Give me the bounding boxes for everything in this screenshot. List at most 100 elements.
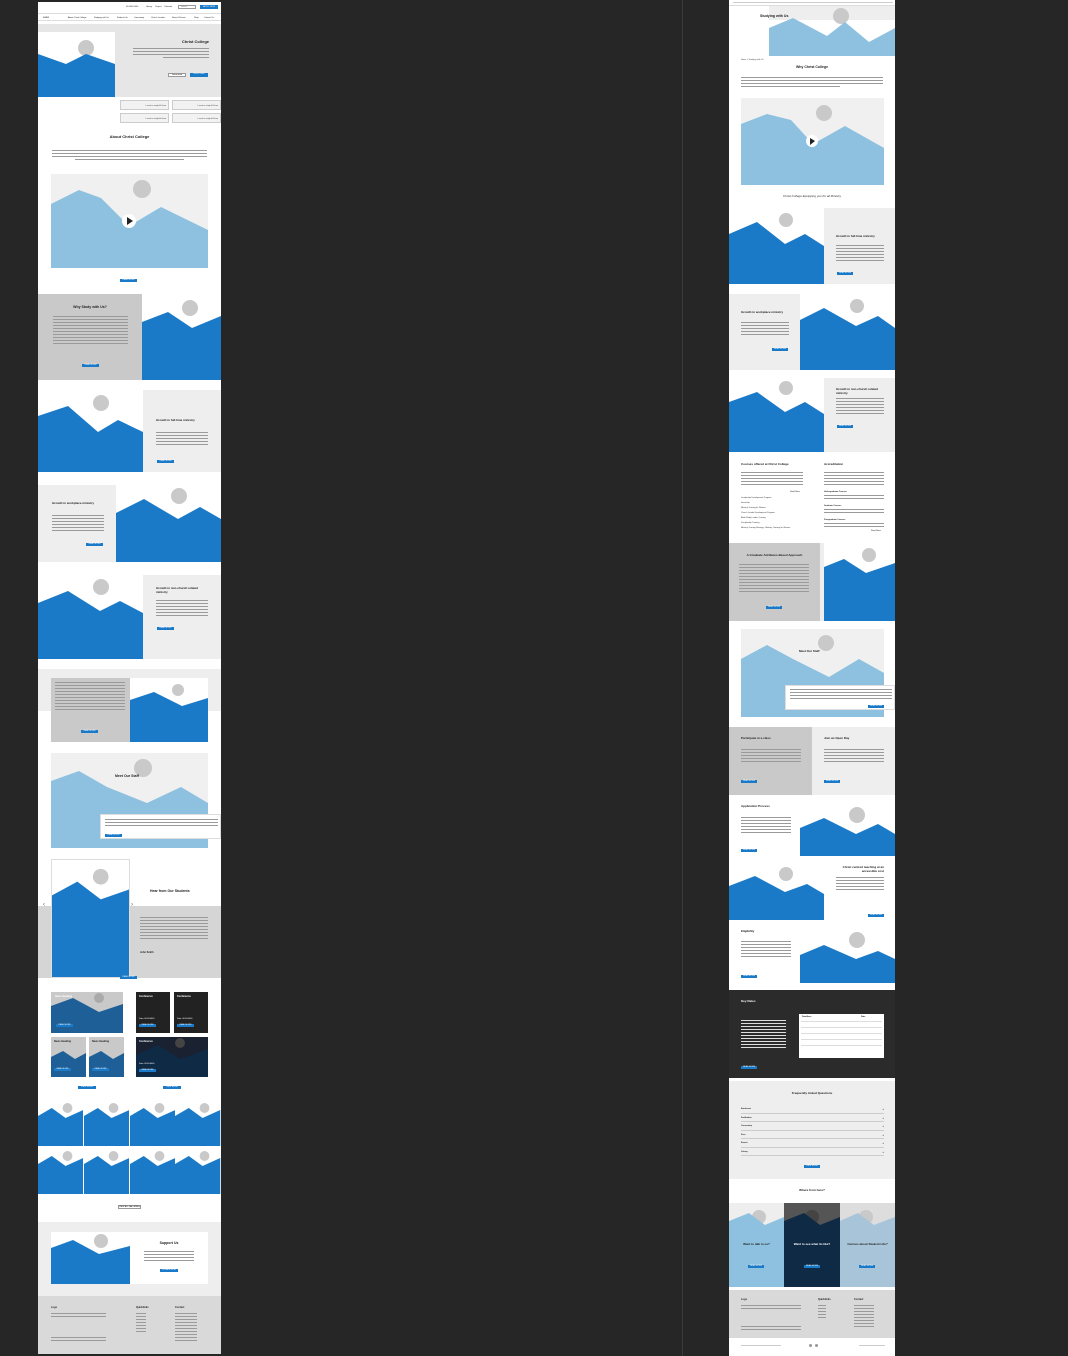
where-card-1-button[interactable]: READ MORE bbox=[748, 1265, 764, 1268]
faq-item[interactable]: Community + bbox=[741, 1122, 884, 1131]
social-icon[interactable] bbox=[815, 1344, 818, 1347]
events-view-more-button[interactable]: VIEW MORE bbox=[163, 1086, 181, 1089]
apply-now-button[interactable]: APPLY NOW bbox=[200, 5, 218, 9]
application-button[interactable]: READ MORE bbox=[741, 849, 757, 852]
students-title: Hear from Our Students bbox=[150, 889, 190, 893]
eligibility-title: Eligibility bbox=[741, 929, 755, 933]
courses-read-more-link[interactable]: Read More bbox=[790, 491, 800, 493]
courses-list: Leadership Development Program Internshi… bbox=[741, 497, 803, 532]
nav-item-contact[interactable]: Contact Us bbox=[204, 17, 214, 19]
faq-item-label: Events bbox=[741, 1142, 748, 1144]
faq-item[interactable]: Library + bbox=[741, 1148, 884, 1156]
study-tile-2[interactable]: I want to study full time bbox=[172, 100, 221, 110]
topbar-link-library[interactable]: Library bbox=[146, 6, 152, 8]
conference-card-2[interactable]: Conference Date: 00.00.0000 READ MORE bbox=[174, 992, 208, 1033]
logo[interactable]: LOGO bbox=[43, 17, 49, 19]
learn-more-button[interactable]: Learn more bbox=[168, 73, 186, 77]
news-card-1-button[interactable]: READ MORE bbox=[56, 1024, 73, 1027]
about-video[interactable] bbox=[51, 174, 208, 268]
gallery-image[interactable] bbox=[129, 1150, 175, 1194]
conference-3-button[interactable]: READ MORE bbox=[139, 1069, 156, 1072]
conference-1-button[interactable]: READ MORE bbox=[139, 1024, 156, 1027]
breadcrumb[interactable]: Home > Studying with Us bbox=[741, 59, 764, 61]
why-study-read-more-button[interactable]: READ MORE bbox=[82, 364, 99, 367]
nav-item-community[interactable]: Community bbox=[134, 17, 144, 19]
eligibility-button[interactable]: READ MORE bbox=[741, 975, 757, 978]
plus-icon[interactable]: + bbox=[882, 1124, 884, 1128]
news-card-2-button[interactable]: READ MORE bbox=[54, 1068, 71, 1071]
meet-staff-button[interactable]: READ MORE bbox=[105, 834, 122, 837]
faq-item[interactable]: Fees + bbox=[741, 1131, 884, 1139]
nav-item-shop[interactable]: Shop bbox=[194, 17, 199, 19]
gallery-image[interactable] bbox=[175, 1102, 221, 1146]
graduate-button[interactable]: READ MORE bbox=[766, 606, 782, 609]
gallery-image[interactable] bbox=[38, 1150, 84, 1194]
r-growth-1-button[interactable]: READ MORE bbox=[837, 272, 853, 275]
social-icon[interactable] bbox=[809, 1344, 812, 1347]
plus-icon[interactable]: + bbox=[882, 1116, 884, 1120]
faq-item[interactable]: Events + bbox=[741, 1139, 884, 1148]
faq-list: Enrolment + Facilitation + Community + Fees + Ev… bbox=[741, 1105, 884, 1156]
faq-view-more-button[interactable]: VIEW MORE bbox=[804, 1165, 820, 1168]
plus-icon[interactable]: + bbox=[882, 1133, 884, 1137]
conference-2-date: Date: 00.00.0000 bbox=[177, 1018, 193, 1020]
key-dates-button[interactable]: READ MORE bbox=[741, 1066, 757, 1069]
feature-image bbox=[130, 678, 208, 742]
where-card-2-button[interactable]: READ MORE bbox=[804, 1265, 820, 1268]
gallery-image[interactable] bbox=[83, 1150, 129, 1194]
conference-card-1[interactable]: Conference Date: 00.00.0000 READ MORE bbox=[136, 992, 170, 1033]
hero: Christ College Learn more Get In Touch bbox=[38, 24, 221, 97]
conference-2-button[interactable]: READ MORE bbox=[177, 1024, 194, 1027]
conference-3-date: Date: 00.00.0000 bbox=[139, 1063, 155, 1065]
nav-item-studying[interactable]: Studying with Us bbox=[94, 17, 109, 19]
study-tile-3[interactable]: I want to study full time bbox=[120, 113, 169, 123]
right-footer: Logo Quicklinks Contact bbox=[729, 1290, 895, 1356]
gallery-image[interactable] bbox=[38, 1102, 84, 1146]
growth-full-time-button[interactable]: READ MORE bbox=[157, 460, 174, 463]
application-image bbox=[800, 800, 895, 856]
faq-item[interactable]: Facilitation + bbox=[741, 1114, 884, 1122]
plus-icon[interactable]: + bbox=[882, 1150, 884, 1154]
study-tile-4[interactable]: I want to study full time bbox=[172, 113, 221, 123]
about-read-more-button[interactable]: READ MORE bbox=[120, 279, 137, 282]
nav-item-about[interactable]: About Christ College bbox=[68, 17, 86, 19]
participate-button[interactable]: READ MORE bbox=[741, 780, 757, 783]
graduate-image bbox=[824, 543, 895, 621]
news-card-3-button[interactable]: READ MORE bbox=[92, 1068, 109, 1071]
conference-3-title: Conference bbox=[139, 1040, 153, 1043]
course-item[interactable]: Ministry Training Strategy - Ministry Tr… bbox=[741, 527, 803, 532]
faq-item-label: Fees bbox=[741, 1133, 746, 1136]
students-read-more-button[interactable]: READ MORE bbox=[120, 976, 137, 979]
gallery-image[interactable] bbox=[175, 1150, 221, 1194]
accreditation-read-more-link[interactable]: Read More bbox=[871, 530, 881, 532]
plus-icon[interactable]: + bbox=[882, 1107, 884, 1111]
nav-item-news-events[interactable]: News & Events bbox=[172, 17, 186, 19]
gallery-image[interactable] bbox=[129, 1102, 175, 1146]
faq-item[interactable]: Enrolment + bbox=[741, 1105, 884, 1114]
carousel-prev-icon[interactable]: ‹ bbox=[43, 902, 45, 908]
topbar-link-chapel[interactable]: Chapel bbox=[155, 6, 161, 8]
study-tile-1[interactable]: I want to study full time bbox=[120, 100, 169, 110]
where-card-3-button[interactable]: READ MORE bbox=[859, 1265, 875, 1268]
r-staff-button[interactable]: READ MORE bbox=[868, 705, 884, 708]
openday-button[interactable]: READ MORE bbox=[824, 780, 840, 783]
search-input[interactable]: search bbox=[178, 5, 196, 9]
gallery-image[interactable] bbox=[83, 1102, 129, 1146]
r-growth-2-button[interactable]: READ MORE bbox=[772, 348, 788, 351]
get-in-touch-button[interactable]: Get In Touch bbox=[190, 73, 208, 77]
r-growth-3-button[interactable]: READ MORE bbox=[837, 425, 853, 428]
plus-icon[interactable]: + bbox=[882, 1141, 884, 1145]
topbar-link-calendar[interactable]: Calendar bbox=[164, 6, 172, 8]
nav-item-church-leaders[interactable]: Church Leaders bbox=[151, 17, 165, 19]
teaching-button[interactable]: READ MORE bbox=[868, 914, 884, 917]
right-video[interactable] bbox=[741, 98, 884, 185]
growth-non-church-button[interactable]: READ MORE bbox=[157, 627, 174, 630]
view-all-galleries-button[interactable]: VIEW ALL GALLERIES bbox=[118, 1205, 141, 1209]
nav-item-student-life[interactable]: Student Life bbox=[117, 17, 128, 19]
donate-now-button[interactable]: DONATE NOW bbox=[160, 1269, 178, 1272]
feature-read-more-button[interactable]: READ MORE bbox=[81, 730, 98, 733]
footer: Logo Quicklinks Contact bbox=[38, 1296, 221, 1354]
news-view-more-button[interactable]: VIEW MORE bbox=[78, 1086, 96, 1089]
growth-workplace-button[interactable]: READ MORE bbox=[86, 543, 103, 546]
carousel-next-icon[interactable]: › bbox=[131, 902, 133, 908]
